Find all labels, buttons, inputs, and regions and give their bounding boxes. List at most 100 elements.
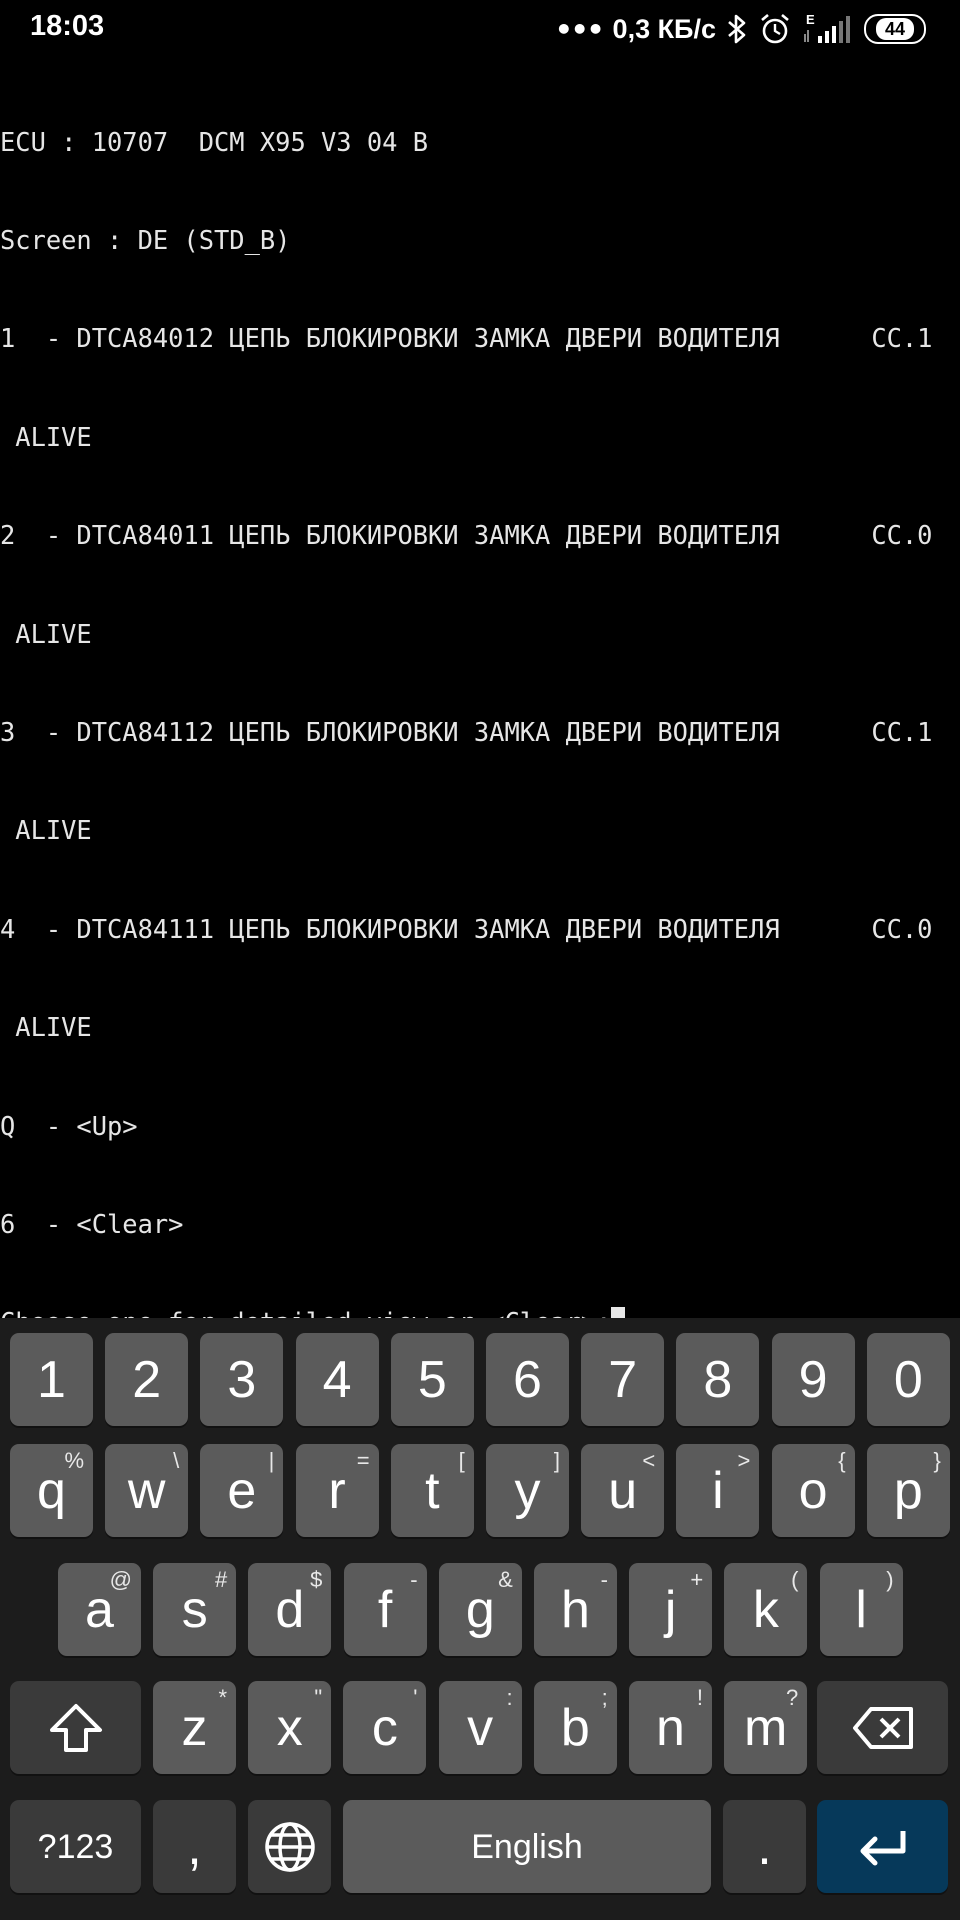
key-t[interactable]: t[ <box>390 1444 474 1537</box>
battery-level: 44 <box>875 18 915 40</box>
key-2[interactable]: 2 <box>105 1333 189 1426</box>
key-6-label: 6 <box>513 1350 542 1409</box>
key-e-hint: | <box>268 1448 275 1473</box>
key-k-hint: ( <box>791 1567 799 1592</box>
enter-icon <box>817 1827 948 1867</box>
key-y[interactable]: y] <box>486 1444 569 1537</box>
key-j[interactable]: j + <box>629 1563 713 1656</box>
signal-icon: E <box>802 12 854 46</box>
status-indicators: ••• 0,3 КБ/с E 44 <box>555 8 926 50</box>
key-5-label: 5 <box>417 1350 447 1409</box>
key-a[interactable]: a @ <box>58 1563 141 1656</box>
key-2-label: 2 <box>132 1350 162 1409</box>
terminal-line: ALIVE <box>0 1012 92 1043</box>
key-e[interactable]: e | <box>200 1444 284 1537</box>
key-t-hint: [ <box>458 1448 465 1473</box>
key-6[interactable]: 6 <box>486 1333 569 1426</box>
terminal-line: Q - <Up> <box>0 1110 138 1141</box>
key-d-hint: $ <box>310 1567 323 1592</box>
key-7[interactable]: 7 <box>581 1333 665 1426</box>
key-r[interactable]: r = <box>295 1444 379 1537</box>
space-key[interactable]: English <box>343 1800 711 1893</box>
key-1-label: 1 <box>37 1350 66 1409</box>
key-m-hint: ? <box>785 1685 799 1710</box>
key-p-hint: } <box>933 1448 941 1473</box>
key-0[interactable]: 0 <box>866 1333 950 1426</box>
terminal-line: ALIVE <box>0 421 92 452</box>
key-s[interactable]: s # <box>153 1563 237 1656</box>
terminal-line: ECU : 10707 DCM X95 V3 04 B <box>0 126 429 157</box>
terminal-line: 1 - DTCA84012 ЦЕПЬ БЛОКИРОВКИ ЗАМКА ДВЕР… <box>0 323 933 354</box>
key-x-hint: " <box>314 1685 323 1710</box>
key-q[interactable]: q% <box>10 1444 93 1537</box>
alarm-icon <box>758 13 792 45</box>
terminal-line: ALIVE <box>0 618 92 649</box>
terminal-line: 4 - DTCA84111 ЦЕПЬ БЛОКИРОВКИ ЗАМКА ДВЕР… <box>0 913 933 944</box>
key-z-hint: * <box>218 1685 227 1710</box>
key-n[interactable]: n! <box>629 1681 712 1774</box>
terminal-line: ALIVE <box>0 815 92 846</box>
key-c[interactable]: c ' <box>343 1681 427 1774</box>
key-a-hint: @ <box>109 1567 132 1592</box>
key-p[interactable]: p} <box>866 1444 950 1537</box>
key-u-hint: < <box>642 1448 656 1473</box>
key-h-hint: - <box>600 1567 608 1592</box>
notification-dots: ••• <box>554 12 605 46</box>
status-time: 18:03 <box>30 10 105 42</box>
key-c-hint: ' <box>413 1685 418 1710</box>
key-m[interactable]: m? <box>724 1681 808 1774</box>
space-key-label: English <box>471 1827 583 1866</box>
key-8-label: 8 <box>703 1350 733 1409</box>
symbols-key[interactable]: ?123 <box>10 1800 141 1893</box>
key-4[interactable]: 4 <box>295 1333 379 1426</box>
shift-icon <box>10 1702 141 1754</box>
key-v[interactable]: v: <box>438 1681 522 1774</box>
comma-key[interactable]: , <box>153 1800 236 1893</box>
key-v-hint: : <box>506 1685 513 1710</box>
key-5[interactable]: 5 <box>390 1333 474 1426</box>
key-q-hint: % <box>64 1448 84 1473</box>
language-key[interactable] <box>248 1800 331 1893</box>
key-f-hint: - <box>410 1567 418 1592</box>
backspace-key[interactable] <box>817 1681 948 1774</box>
key-i-hint: > <box>737 1448 751 1473</box>
enter-key[interactable] <box>817 1800 948 1893</box>
key-b[interactable]: b; <box>533 1681 617 1774</box>
key-3[interactable]: 3 <box>200 1333 284 1426</box>
key-n-hint: ! <box>696 1685 703 1710</box>
shift-key[interactable] <box>10 1681 141 1774</box>
key-u[interactable]: u < <box>581 1444 665 1537</box>
key-x[interactable]: x " <box>248 1681 332 1774</box>
key-h[interactable]: h- <box>534 1563 617 1656</box>
period-key-label: . <box>757 1817 772 1876</box>
key-7-label: 7 <box>608 1350 638 1409</box>
key-s-hint: # <box>214 1567 228 1592</box>
key-l[interactable]: l) <box>819 1563 903 1656</box>
key-w[interactable]: w \ <box>105 1444 189 1537</box>
terminal-output[interactable]: ECU : 10707 DCM X95 V3 04 B Screen : DE … <box>0 60 960 1372</box>
key-8[interactable]: 8 <box>676 1333 760 1426</box>
key-j-hint: + <box>690 1567 704 1592</box>
key-f[interactable]: f- <box>343 1563 427 1656</box>
period-key[interactable]: . <box>723 1800 806 1893</box>
key-1[interactable]: 1 <box>10 1333 93 1426</box>
soft-keyboard: 1 2 3 4 5 6 7 8 9 0 q% w \ e | r = t[y] u < i > o{p} a @ s # d $ f - g &… <box>0 1318 960 1920</box>
key-r-hint: = <box>356 1448 370 1473</box>
key-0-label: 0 <box>893 1350 923 1409</box>
key-y-hint: ] <box>553 1448 560 1473</box>
backspace-icon <box>817 1705 948 1751</box>
status-bar: 18:03 ••• 0,3 КБ/с E 44 <box>0 0 960 58</box>
terminal-line: 6 - <Clear> <box>0 1208 184 1239</box>
key-z[interactable]: z * <box>153 1681 236 1774</box>
terminal-line: 2 - DTCA84011 ЦЕПЬ БЛОКИРОВКИ ЗАМКА ДВЕР… <box>0 520 933 551</box>
key-k[interactable]: k( <box>724 1563 808 1656</box>
key-g-hint: & <box>498 1567 513 1592</box>
key-9-label: 9 <box>798 1350 828 1409</box>
key-d[interactable]: d $ <box>248 1563 332 1656</box>
key-g[interactable]: g & <box>438 1563 522 1656</box>
key-9[interactable]: 9 <box>771 1333 855 1426</box>
key-o[interactable]: o{ <box>771 1444 855 1537</box>
symbols-key-label: ?123 <box>37 1827 114 1866</box>
globe-icon <box>248 1820 331 1874</box>
key-i[interactable]: i > <box>676 1444 760 1537</box>
